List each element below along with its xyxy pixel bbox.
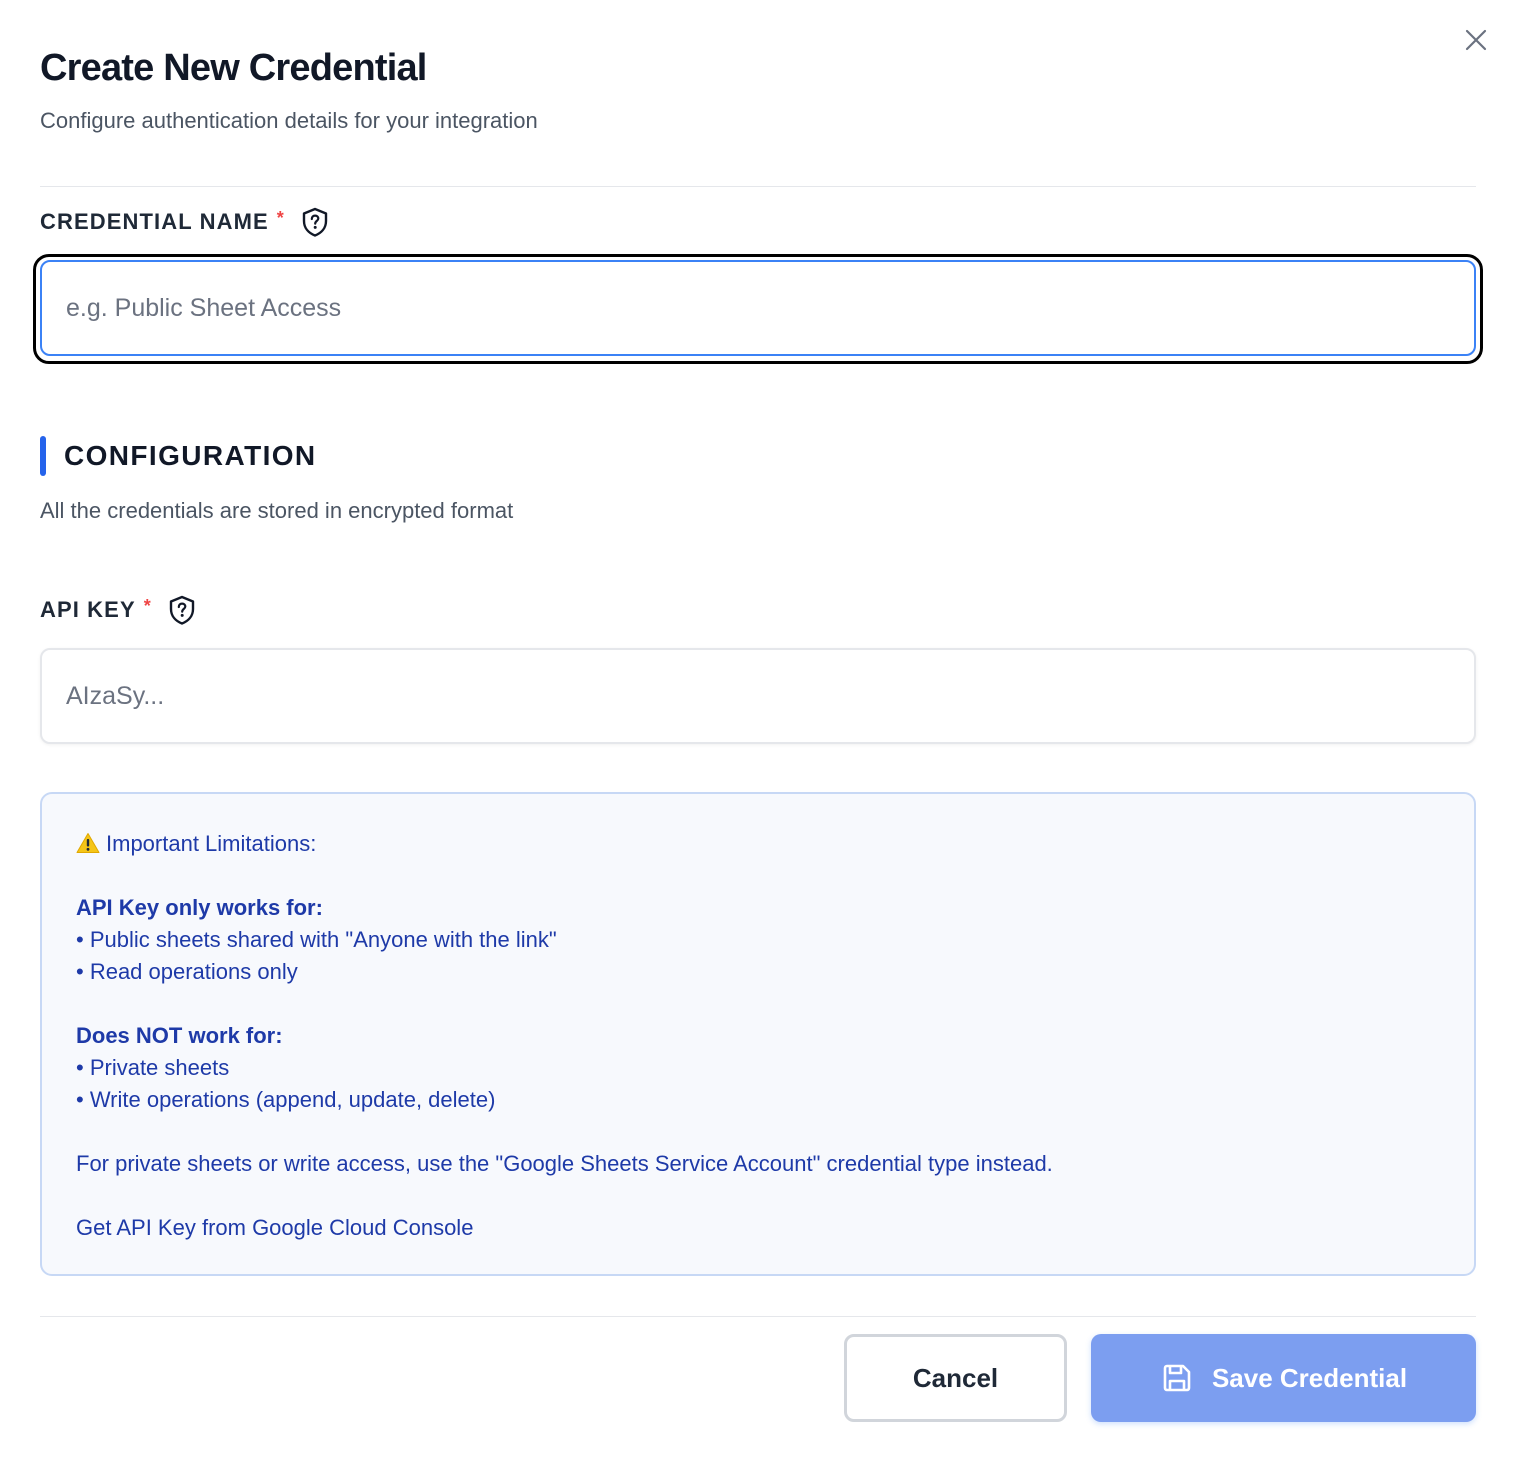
dialog-title: Create New Credential — [40, 47, 427, 89]
api-key-input[interactable] — [40, 648, 1476, 744]
info-heading: Important Limitations: — [106, 831, 317, 856]
credential-name-input[interactable] — [40, 260, 1476, 356]
info-note: For private sheets or write access, use … — [76, 1151, 1053, 1176]
not-works-title: Does NOT work for: — [76, 1023, 283, 1048]
close-icon — [1465, 29, 1487, 51]
api-key-label-row: API KEY * — [40, 594, 197, 626]
shield-question-icon[interactable] — [300, 207, 330, 237]
warning-icon — [76, 833, 100, 853]
section-accent-bar — [40, 436, 46, 476]
required-marker: * — [143, 595, 151, 616]
dialog-subtitle: Configure authentication details for you… — [40, 108, 538, 133]
credential-name-label-row: CREDENTIAL NAME * — [40, 206, 330, 238]
save-credential-button[interactable]: Save Credential — [1091, 1334, 1476, 1422]
not-works-item: • Private sheets — [76, 1055, 230, 1080]
google-cloud-console-link[interactable]: Get API Key from Google Cloud Console — [76, 1212, 473, 1244]
credential-name-label: CREDENTIAL NAME — [40, 209, 269, 234]
configuration-title: CONFIGURATION — [64, 440, 317, 471]
works-title: API Key only works for: — [76, 895, 323, 920]
shield-question-icon[interactable] — [167, 595, 197, 625]
required-marker: * — [276, 207, 284, 228]
works-item: • Public sheets shared with "Anyone with… — [76, 927, 557, 952]
save-button-label: Save Credential — [1211, 1362, 1408, 1393]
footer-divider — [40, 1316, 1476, 1317]
create-credential-dialog: Create New Credential Configure authenti… — [0, 0, 1516, 1472]
cancel-button[interactable]: Cancel — [844, 1334, 1067, 1422]
works-item: • Read operations only — [76, 959, 298, 984]
limitations-info-box: Important Limitations: API Key only work… — [40, 792, 1476, 1276]
close-button[interactable] — [1456, 20, 1496, 60]
api-key-label: API KEY — [40, 597, 136, 622]
configuration-header: CONFIGURATION — [40, 436, 317, 476]
configuration-description: All the credentials are stored in encryp… — [40, 498, 514, 523]
info-heading-row: Important Limitations: — [76, 828, 316, 860]
not-works-item: • Write operations (append, update, dele… — [76, 1087, 496, 1112]
header-divider — [40, 186, 1476, 187]
save-icon — [1160, 1361, 1194, 1395]
